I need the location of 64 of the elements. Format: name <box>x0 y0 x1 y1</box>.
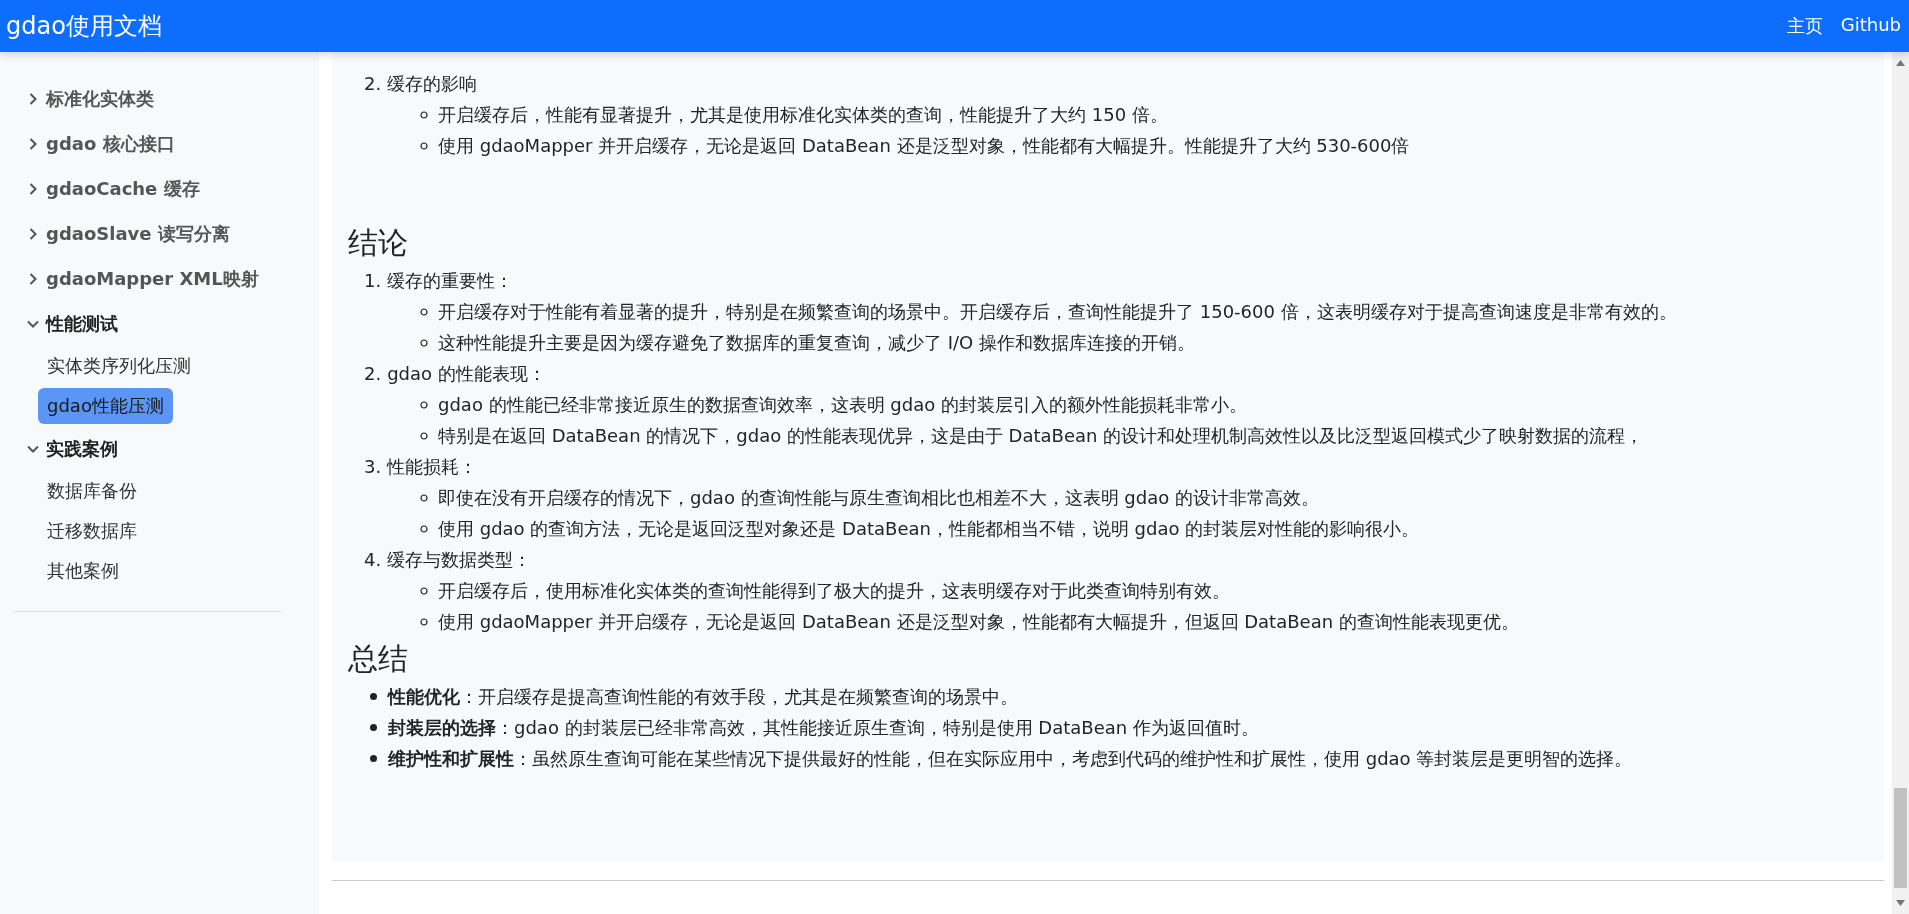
sidebar-group[interactable]: 实践案例 <box>26 426 319 471</box>
bullet-icon <box>420 338 428 347</box>
list-item-text: 性能优化：开启缓存是提高查询性能的有效手段，尤其是在频繁查询的场景中。 <box>388 684 1018 709</box>
sidebar-link[interactable]: gdao性能压测 <box>38 388 173 424</box>
list-item-text: 开启缓存后，使用标准化实体类的查询性能得到了极大的提升，这表明缓存对于此类查询特别有效。 <box>438 578 1230 603</box>
bullet-icon <box>420 586 428 595</box>
group-label: gdaoMapper XML映射 <box>46 266 259 291</box>
sidebar-group[interactable]: gdaoMapper XML映射 <box>26 256 319 301</box>
nav-link[interactable]: 主页 <box>1786 14 1823 38</box>
list-number: 4. <box>364 549 382 570</box>
bullet-icon <box>420 617 428 626</box>
list-item-text: 缓存的重要性： <box>387 268 514 293</box>
list-item-text: 使用 gdaoMapper 并开启缓存，无论是返回 DataBean 还是泛型对象，性能都有大幅提升。性能提升了大约 530-600倍 <box>438 133 1410 158</box>
list-item-text: 使用 gdaoMapper 并开启缓存，无论是返回 DataBean 还是泛型对象，性能都有大幅提升，但返回 DataBean 的查询性能表现更优。 <box>438 609 1519 634</box>
list-item-text: 特别是在返回 DataBean 的情况下，gdao 的性能表现优异，这是由于 DataBean 的设计和处理机制高效性以及比泛型返回模式少了映射数据的流程， <box>438 423 1644 448</box>
sidebar-link[interactable]: 其他案例 <box>38 553 128 589</box>
bullet-icon <box>420 493 428 502</box>
scrollbar[interactable] <box>1892 52 1909 914</box>
sidebar-group[interactable]: 标准化实体类 <box>26 76 319 121</box>
group-label: gdaoCache 缓存 <box>46 176 200 201</box>
scroll-up-icon[interactable] <box>1896 60 1905 66</box>
bullet-icon <box>420 307 428 316</box>
nav-link[interactable]: Github <box>1840 14 1901 38</box>
site-title[interactable]: gdao使用文档 <box>6 10 162 42</box>
bullet-icon <box>420 400 428 409</box>
list-item-text: 封装层的选择：gdao 的封装层已经非常高效，其性能接近原生查询，特别是使用 DataBean 作为返回值时。 <box>388 715 1259 740</box>
list-item-text: 开启缓存对于性能有着显著的提升，特别是在频繁查询的场景中。开启缓存后，查询性能提升了 150-600 倍，这表明缓存对于提高查询速度是非常有效的。 <box>438 299 1677 324</box>
list-item-text: 缓存与数据类型： <box>387 547 532 572</box>
bullet-icon <box>370 755 377 762</box>
list-item-text: 缓存的影响 <box>387 71 478 96</box>
bullet-icon <box>420 141 428 150</box>
list-number: 2. <box>364 73 382 94</box>
bullet-icon <box>370 724 377 731</box>
bullet-icon <box>420 524 428 533</box>
sidebar-link[interactable]: 实体类序列化压测 <box>38 348 200 384</box>
list-item-text: 即使在没有开启缓存的情况下，gdao 的查询性能与原生查询相比也相差不大，这表明 gdao 的设计非常高效。 <box>438 485 1319 510</box>
group-label: 实践案例 <box>46 436 118 461</box>
list-item-text: 维护性和扩展性：虽然原生查询可能在某些情况下提供最好的性能，但在实际应用中，考虑到代码的维护性和扩展性，使用 gdao 等封装层是更明智的选择。 <box>388 746 1633 771</box>
bullet-icon <box>420 110 428 119</box>
group-label: gdaoSlave 读写分离 <box>46 221 230 246</box>
sidebar-group[interactable]: gdao 核心接口 <box>26 121 319 166</box>
sidebar-group[interactable]: gdaoSlave 读写分离 <box>26 211 319 256</box>
group-label: 标准化实体类 <box>46 86 154 111</box>
list-item-text: 性能损耗： <box>387 454 478 479</box>
list-number: 1. <box>364 270 382 291</box>
sidebar-link[interactable]: 数据库备份 <box>38 473 146 509</box>
section-heading: 总结 <box>348 640 409 678</box>
sidebar-link[interactable]: 迁移数据库 <box>38 513 146 549</box>
list-item-text: 使用 gdao 的查询方法，无论是返回泛型对象还是 DataBean，性能都相当不错，说明 gdao 的封装层对性能的影响很小。 <box>438 516 1420 541</box>
list-item-text: gdao 的性能表现： <box>387 361 546 386</box>
group-label: gdao 核心接口 <box>46 131 175 156</box>
scrollbar-thumb[interactable] <box>1894 788 1907 888</box>
sidebar-group[interactable]: gdaoCache 缓存 <box>26 166 319 211</box>
list-number: 2. <box>364 363 382 384</box>
list-item-text: 这种性能提升主要是因为缓存避免了数据库的重复查询，减少了 I/O 操作和数据库连接的开销。 <box>438 330 1195 355</box>
sidebar-group[interactable]: 性能测试 <box>26 301 319 346</box>
list-item-text: gdao 的性能已经非常接近原生的数据查询效率，这表明 gdao 的封装层引入的额外性能损耗非常小。 <box>438 392 1247 417</box>
bullet-icon <box>370 693 377 700</box>
group-label: 性能测试 <box>46 311 118 336</box>
scroll-down-icon[interactable] <box>1896 900 1905 906</box>
bullet-icon <box>420 431 428 440</box>
section-heading: 结论 <box>348 224 409 262</box>
list-item-text: 开启缓存后，性能有显著提升，尤其是使用标准化实体类的查询，性能提升了大约 150 倍。 <box>438 102 1168 127</box>
list-number: 3. <box>364 456 382 477</box>
